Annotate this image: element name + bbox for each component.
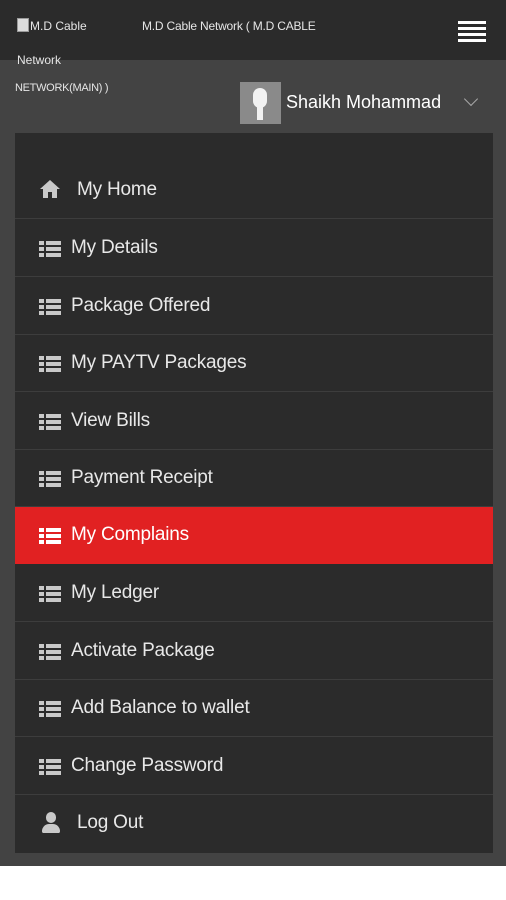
user-name[interactable]: Shaikh Mohammad	[286, 92, 441, 113]
top-bar: M.D Cable M.D Cable Network ( M.D CABLE	[0, 0, 506, 60]
list-icon	[39, 299, 61, 315]
menu-item-payment-receipt[interactable]: Payment Receipt	[15, 450, 493, 507]
list-icon	[39, 414, 61, 430]
company-name-line1: M.D Cable Network ( M.D CABLE	[142, 19, 316, 33]
menu-item-change-password[interactable]: Change Password	[15, 738, 493, 795]
menu-item-my-details[interactable]: My Details	[15, 220, 493, 277]
menu-item-my-complains[interactable]: My Complains	[15, 507, 493, 564]
list-icon	[39, 644, 61, 660]
menu-item-label: My Complains	[71, 524, 189, 545]
menu-item-my-paytv-packages[interactable]: My PAYTV Packages	[15, 335, 493, 392]
logo-alt-text: M.D Cable	[30, 19, 87, 33]
menu-item-label: Add Balance to wallet	[71, 697, 250, 718]
menu-item-label: My Home	[77, 179, 157, 200]
hamburger-menu-icon[interactable]	[458, 20, 486, 42]
menu-item-label: View Bills	[71, 410, 150, 431]
menu-item-label: Payment Receipt	[71, 467, 213, 488]
broken-image-icon	[17, 18, 29, 32]
menu-item-label: My PAYTV Packages	[71, 352, 247, 373]
list-icon	[39, 528, 61, 544]
menu-item-label: Log Out	[77, 812, 144, 833]
menu-item-log-out[interactable]: Log Out	[15, 795, 493, 852]
logo-alt-text-line2: Network	[17, 53, 62, 67]
chevron-down-icon[interactable]	[463, 91, 479, 107]
user-icon	[41, 812, 61, 834]
list-icon	[39, 471, 61, 487]
menu-item-my-home[interactable]: My Home	[15, 162, 493, 219]
menu-item-label: Package Offered	[71, 295, 211, 316]
menu-item-label: My Ledger	[71, 582, 159, 603]
list-icon	[39, 241, 61, 257]
company-name-line2: NETWORK(MAIN) )	[15, 82, 109, 94]
user-avatar-icon[interactable]	[240, 82, 281, 124]
menu-item-my-ledger[interactable]: My Ledger	[15, 565, 493, 622]
home-icon	[39, 180, 61, 200]
logo-image[interactable]: M.D Cable	[17, 18, 117, 34]
app-screen: M.D Cable M.D Cable Network ( M.D CABLE …	[0, 0, 506, 866]
menu-item-label: Change Password	[71, 755, 224, 776]
list-icon	[39, 586, 61, 602]
menu-item-add-balance[interactable]: Add Balance to wallet	[15, 680, 493, 737]
menu-item-activate-package[interactable]: Activate Package	[15, 623, 493, 680]
menu-item-view-bills[interactable]: View Bills	[15, 393, 493, 450]
sidebar-menu: My Home My Details Package Offered My PA…	[15, 133, 493, 853]
menu-item-label: My Details	[71, 237, 158, 258]
list-icon	[39, 759, 61, 775]
list-icon	[39, 356, 61, 372]
menu-item-label: Activate Package	[71, 640, 215, 661]
list-icon	[39, 701, 61, 717]
menu-item-package-offered[interactable]: Package Offered	[15, 278, 493, 335]
user-dropdown[interactable]: Shaikh Mohammad	[240, 82, 490, 124]
